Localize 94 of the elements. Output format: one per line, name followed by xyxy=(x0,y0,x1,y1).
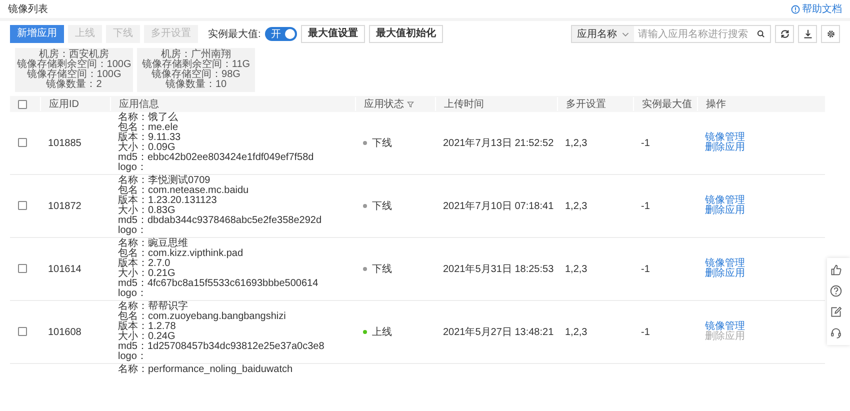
storage-stat: 镜像存储剩余空间：100G xyxy=(16,60,132,70)
max-instances: -1 xyxy=(641,264,650,274)
storage-stat: 镜像存储空间：98G xyxy=(152,70,240,80)
toolbar-button[interactable]: 新增应用 xyxy=(10,25,64,43)
action-link[interactable]: 镜像管理 xyxy=(705,259,745,269)
app-status: 上线 xyxy=(372,327,392,338)
app-info-line: logo： xyxy=(118,226,148,236)
app-id: 101614 xyxy=(48,264,82,274)
max-label: 实例最大值: xyxy=(208,28,261,41)
multi-open-value: 1,2,3 xyxy=(565,326,588,338)
column-header: 上传时间 xyxy=(444,98,484,111)
upload-time: 2021年7月10日 07:18:41 xyxy=(443,201,554,212)
action-link[interactable]: 删除应用 xyxy=(705,206,745,216)
storage-stat: 镜像存储剩余空间：11G xyxy=(142,60,250,70)
app-info-line: 大小：0.21G xyxy=(118,269,176,279)
app-info-line: logo： xyxy=(118,289,148,299)
upload-time: 2021年5月27日 13:48:21 xyxy=(443,327,554,338)
field-select[interactable]: 应用名称 xyxy=(572,26,634,42)
row-checkbox[interactable] xyxy=(18,264,27,274)
max-instances: -1 xyxy=(641,200,650,212)
settings-icon xyxy=(826,29,836,39)
column-header: 实例最大值 xyxy=(642,98,692,111)
info-icon xyxy=(791,4,800,14)
max-instances: -1 xyxy=(641,138,650,148)
action-link[interactable]: 镜像管理 xyxy=(705,196,745,206)
app-info-line: md5：dbdab344c9378468abc5e2fe358e292d xyxy=(118,216,323,226)
caret-icon xyxy=(622,32,629,36)
search-icon[interactable] xyxy=(757,30,765,38)
column-header: 应用信息 xyxy=(119,98,159,111)
app-info-line: 名称：李悦测试0709 xyxy=(118,176,210,186)
refresh-icon xyxy=(780,29,790,39)
help-link[interactable]: 帮助文档 xyxy=(791,2,842,16)
settings-button[interactable] xyxy=(821,25,840,43)
app-status: 下线 xyxy=(372,264,392,275)
app-id: 101885 xyxy=(48,138,82,148)
toolbar-button[interactable]: 最大值初始化 xyxy=(368,25,443,43)
app-id: 101608 xyxy=(48,326,82,338)
row-checkbox[interactable] xyxy=(18,327,27,336)
upload-time: 2021年7月13日 21:52:52 xyxy=(443,138,554,149)
action-link[interactable]: 镜像管理 xyxy=(705,322,745,332)
toolbar-button[interactable]: 最大值设置 xyxy=(300,25,365,43)
app-info-line: logo： xyxy=(118,352,148,362)
app-info-line: 包名：me.ele xyxy=(118,123,180,133)
refresh-button[interactable] xyxy=(775,25,794,43)
storage-stat: 机房：广州南翔 xyxy=(161,50,231,60)
storage-stat: 镜像数量：2 xyxy=(46,80,102,90)
app-info-line: 名称：帮帮识字 xyxy=(118,302,188,312)
select-all-checkbox[interactable] xyxy=(18,100,27,108)
app-status: 下线 xyxy=(372,201,392,212)
app-info-line: 版本：2.7.0 xyxy=(118,259,170,269)
app-info-line: 名称：豌豆思维 xyxy=(118,239,188,249)
action-link[interactable]: 镜像管理 xyxy=(705,133,745,143)
page-title: 镜像列表 xyxy=(8,2,48,16)
help-icon[interactable] xyxy=(830,285,842,297)
app-info-line: 大小：0.83G xyxy=(118,206,176,216)
download-icon xyxy=(802,29,812,39)
app-id: 101872 xyxy=(48,200,82,212)
storage-stat: 镜像存储空间：100G xyxy=(26,70,122,80)
multi-open-value: 1,2,3 xyxy=(565,200,588,212)
multi-open-value: 1,2,3 xyxy=(565,264,588,274)
app-info-line: 版本：1.2.78 xyxy=(118,322,176,332)
filter-icon[interactable] xyxy=(407,100,414,108)
app-info-line: md5：1d25708457b34dc93812e25e37a0c3e8 xyxy=(118,342,326,352)
app-info-line: 名称：饿了么 xyxy=(118,113,179,123)
app-info-line: 版本：9.11.33 xyxy=(118,133,182,143)
app-info-line: logo： xyxy=(118,163,148,173)
storage-stat: 机房：西安机房 xyxy=(39,50,109,60)
headset-icon[interactable] xyxy=(830,327,842,339)
app-info-line: md5：ebbc42b02ee803424e1fdf049ef7f58d xyxy=(118,153,315,163)
download-button[interactable] xyxy=(798,25,817,43)
app-info-line: 大小：0.24G xyxy=(118,332,176,342)
app-info-line: 包名：com.netease.mc.baidu xyxy=(118,186,250,196)
storage-stat: 镜像数量：10 xyxy=(165,80,227,90)
upload-time: 2021年5月31日 18:25:53 xyxy=(443,264,554,275)
app-info-line: md5：4fc67bc8a15f5533c61693bbbe500614 xyxy=(118,279,320,289)
app-info-line: 名称：performance_noling_baiduwatch xyxy=(118,365,294,375)
app-info-line: 包名：com.zuoyebang.bangbangshizi xyxy=(118,312,287,322)
action-link[interactable]: 删除应用 xyxy=(705,269,745,279)
thumbs-up-icon[interactable] xyxy=(830,264,842,276)
multi-open-value: 1,2,3 xyxy=(565,138,588,148)
max-instances: -1 xyxy=(641,326,650,338)
row-checkbox[interactable] xyxy=(18,201,27,210)
column-header: 应用状态 xyxy=(364,98,404,111)
max-switch[interactable]: 开 xyxy=(264,27,297,41)
app-info-line: 大小：0.09G xyxy=(118,143,176,153)
app-info-line: 版本：1.23.20.131123 xyxy=(118,196,218,206)
edit-icon[interactable] xyxy=(830,306,842,318)
column-header: 多开设置 xyxy=(566,98,606,111)
column-header: 操作 xyxy=(706,98,726,111)
row-checkbox[interactable] xyxy=(18,138,27,148)
action-link[interactable]: 删除应用 xyxy=(705,143,745,153)
app-status: 下线 xyxy=(372,138,392,149)
app-info-line: 包名：com.kizz.vipthink.pad xyxy=(118,249,244,259)
column-header: 应用ID xyxy=(49,98,79,111)
